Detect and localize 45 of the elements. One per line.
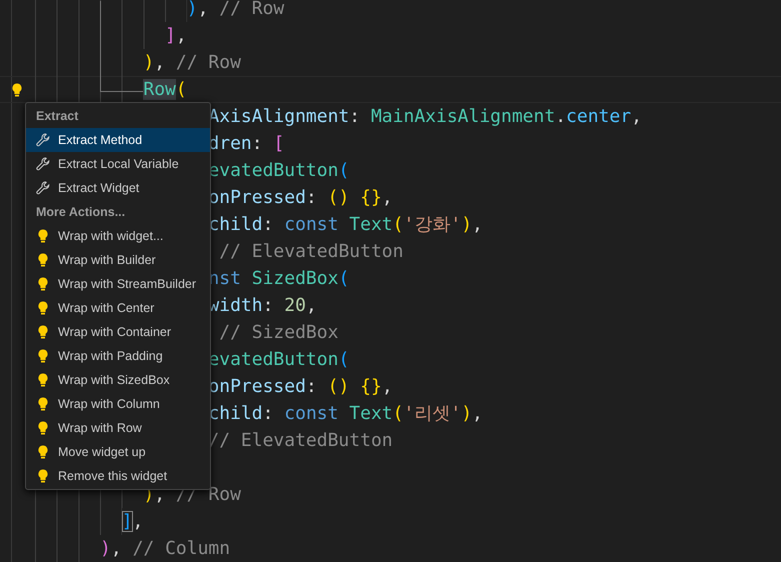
code-line: evatedButton(	[208, 159, 350, 183]
wrench-icon	[36, 157, 50, 171]
menu-item[interactable]: Wrap with Padding	[26, 344, 210, 368]
code-line: onPressed: () {},	[208, 375, 393, 399]
menu-item[interactable]: Wrap with StreamBuilder	[26, 272, 210, 296]
lightbulb-icon	[38, 349, 48, 363]
lightbulb-icon	[38, 277, 48, 291]
menu-item[interactable]: Wrap with Container	[26, 320, 210, 344]
menu-item[interactable]: Wrap with widget...	[26, 224, 210, 248]
menu-item[interactable]: Wrap with Builder	[26, 248, 210, 272]
code-line: // SizedBox	[219, 321, 338, 345]
code-line: // ElevatedButton	[219, 240, 404, 264]
code-line: ), // Column	[100, 537, 230, 561]
code-line: onPressed: () {},	[208, 186, 393, 210]
code-line: AxisAlignment: MainAxisAlignment.center,	[208, 105, 642, 129]
lightbulb-icon	[38, 421, 48, 435]
menu-item[interactable]: Move widget up	[26, 440, 210, 464]
lightbulb-icon	[38, 325, 48, 339]
menu-item[interactable]: Extract Widget	[26, 176, 210, 200]
lightbulb-icon	[38, 397, 48, 411]
wrench-icon	[36, 133, 50, 147]
code-line: child: const Text('리셋'),	[208, 402, 483, 426]
menu-item[interactable]: Remove this widget	[26, 464, 210, 488]
lightbulb-icon	[38, 229, 48, 243]
lightbulb-icon	[38, 301, 48, 315]
menu-item[interactable]: Wrap with Row	[26, 416, 210, 440]
menu-item[interactable]: Extract Method	[26, 128, 210, 152]
code-line: evatedButton(	[208, 348, 350, 372]
code-line: child: const Text('강화'),	[208, 213, 483, 237]
lightbulb-icon	[38, 373, 48, 387]
menu-item[interactable]: Wrap with SizedBox	[26, 368, 210, 392]
code-line: ), // Row	[186, 0, 284, 21]
lightbulb-icon	[38, 469, 48, 483]
wrench-icon	[36, 181, 50, 195]
menu-group-header: Extract	[35, 108, 80, 125]
lightbulb-icon	[38, 253, 48, 267]
lightbulb-icon[interactable]	[12, 82, 22, 96]
menu-item[interactable]: Wrap with Column	[26, 392, 210, 416]
code-line: ), // Row	[143, 51, 241, 75]
code-line: ],	[165, 24, 187, 48]
code-line: ],	[122, 510, 144, 534]
menu-item[interactable]: Wrap with Center	[26, 296, 210, 320]
menu-group-header: More Actions...	[35, 204, 126, 221]
menu-item[interactable]: Extract Local Variable	[26, 152, 210, 176]
lightbulb-icon	[38, 445, 48, 459]
